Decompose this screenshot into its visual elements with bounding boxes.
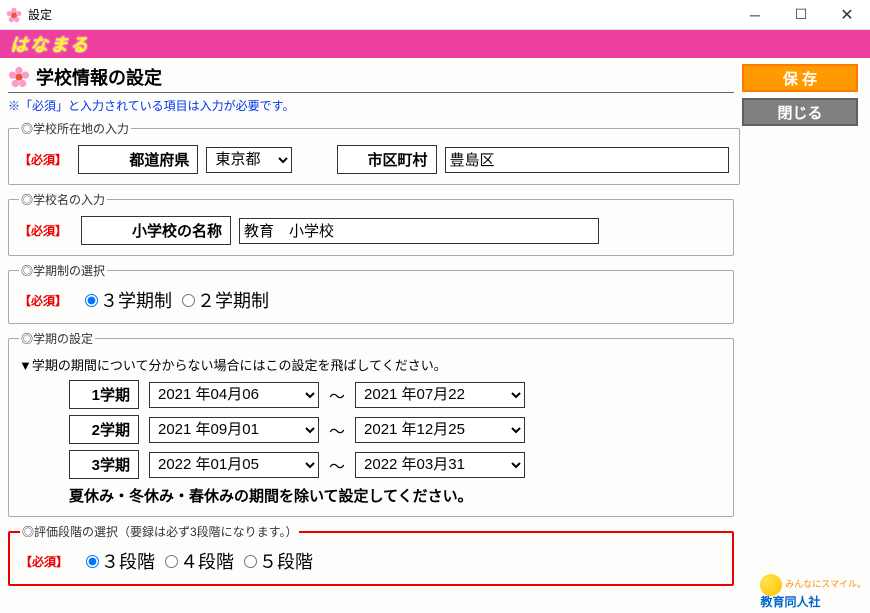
city-input[interactable] bbox=[445, 147, 729, 173]
city-label: 市区町村 bbox=[337, 145, 437, 174]
evaluation-fieldset: ◎評価段階の選択（要録は必ず3段階になります。） 【必須】 ３段階 ４段階 ５段… bbox=[8, 523, 734, 586]
flower-icon bbox=[8, 66, 30, 88]
minimize-button[interactable]: ─ bbox=[732, 0, 778, 30]
brand-name: はなまる bbox=[10, 31, 90, 57]
termsys-radio-3[interactable]: ３学期制 bbox=[85, 287, 172, 313]
termsystem-legend: ◎学期制の選択 bbox=[19, 262, 107, 279]
terms-fieldset: ◎学期の設定 ▼学期の期間について分からない場合にはこの設定を飛ばしてください。… bbox=[8, 330, 734, 517]
terms-legend: ◎学期の設定 bbox=[19, 330, 95, 347]
eval-radio-4[interactable]: ４段階 bbox=[165, 548, 234, 574]
publisher-name: 教育同人社 bbox=[760, 595, 820, 609]
required-mark: 【必須】 bbox=[19, 151, 64, 168]
evaluation-legend: ◎評価段階の選択（要録は必ず3段階になります。） bbox=[20, 523, 299, 540]
term1-start[interactable]: 2021 年04月06 bbox=[149, 382, 319, 408]
term3-start[interactable]: 2022 年01月05 bbox=[149, 452, 319, 478]
term-row-1: 1学期 2021 年04月06 ～ 2021 年07月22 bbox=[69, 380, 723, 409]
eval-radio-5[interactable]: ５段階 bbox=[244, 548, 313, 574]
brand-bar: はなまる bbox=[0, 30, 870, 58]
app-icon bbox=[6, 7, 22, 23]
prefecture-select[interactable]: 東京都 bbox=[206, 147, 292, 173]
term2-end[interactable]: 2021 年12月25 bbox=[355, 417, 525, 443]
maximize-button[interactable]: ☐ bbox=[778, 0, 824, 30]
term3-end[interactable]: 2022 年03月31 bbox=[355, 452, 525, 478]
prefecture-label: 都道府県 bbox=[78, 145, 198, 174]
required-mark: 【必須】 bbox=[19, 222, 67, 239]
publisher-tagline: みんなにスマイル。 bbox=[785, 579, 866, 589]
term1-end[interactable]: 2021 年07月22 bbox=[355, 382, 525, 408]
terms-footnote: 夏休み・冬休み・春休みの期間を除いて設定してください。 bbox=[69, 485, 723, 506]
schoolname-input[interactable] bbox=[239, 218, 599, 244]
schoolname-legend: ◎学校名の入力 bbox=[19, 191, 107, 208]
close-button[interactable]: 閉じる bbox=[742, 98, 858, 126]
smile-icon bbox=[760, 574, 782, 596]
termsystem-fieldset: ◎学期制の選択 【必須】 ３学期制 ２学期制 bbox=[8, 262, 734, 324]
save-button[interactable]: 保 存 bbox=[742, 64, 858, 92]
page-title: 学校情報の設定 bbox=[36, 64, 162, 90]
range-separator: ～ bbox=[329, 453, 345, 477]
range-separator: ～ bbox=[329, 418, 345, 442]
schoolname-fieldset: ◎学校名の入力 【必須】 小学校の名称 bbox=[8, 191, 734, 256]
close-window-button[interactable]: ✕ bbox=[824, 0, 870, 30]
term1-label: 1学期 bbox=[69, 380, 139, 409]
term2-start[interactable]: 2021 年09月01 bbox=[149, 417, 319, 443]
publisher-logo: みんなにスマイル。 教育同人社 bbox=[760, 574, 866, 609]
termsys-radio-2[interactable]: ２学期制 bbox=[182, 287, 269, 313]
eval-radio-3[interactable]: ３段階 bbox=[86, 548, 155, 574]
term-row-3: 3学期 2022 年01月05 ～ 2022 年03月31 bbox=[69, 450, 723, 479]
schoolname-label: 小学校の名称 bbox=[81, 216, 231, 245]
term-row-2: 2学期 2021 年09月01 ～ 2021 年12月25 bbox=[69, 415, 723, 444]
window-titlebar: 設定 ─ ☐ ✕ bbox=[0, 0, 870, 30]
required-note: ※「必須」と入力されている項目は入力が必要です。 bbox=[8, 97, 734, 114]
window-title: 設定 bbox=[28, 6, 732, 23]
page-header: 学校情報の設定 bbox=[8, 64, 734, 93]
required-mark: 【必須】 bbox=[20, 553, 68, 570]
term3-label: 3学期 bbox=[69, 450, 139, 479]
location-fieldset: ◎学校所在地の入力 【必須】 都道府県 東京都 市区町村 bbox=[8, 120, 740, 185]
term2-label: 2学期 bbox=[69, 415, 139, 444]
terms-help: ▼学期の期間について分からない場合にはこの設定を飛ばしてください。 bbox=[19, 355, 723, 374]
location-legend: ◎学校所在地の入力 bbox=[19, 120, 131, 137]
required-mark: 【必須】 bbox=[19, 292, 67, 309]
range-separator: ～ bbox=[329, 383, 345, 407]
